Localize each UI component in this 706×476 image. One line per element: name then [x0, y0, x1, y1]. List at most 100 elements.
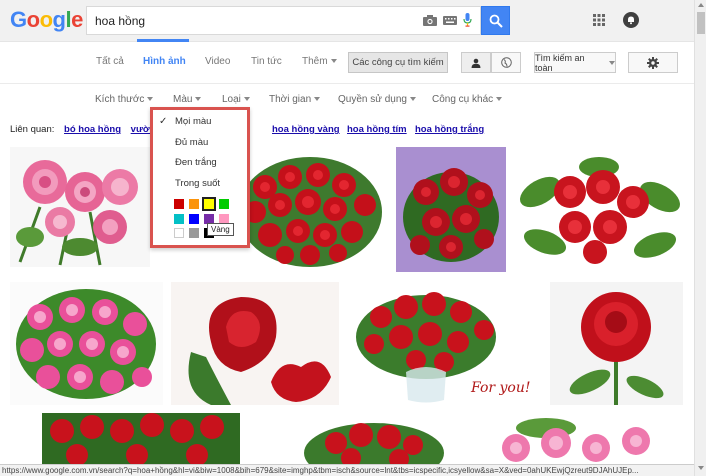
image-result[interactable]: [230, 147, 387, 272]
logo-letter: g: [52, 7, 66, 32]
tab-all[interactable]: Tất cả: [96, 56, 124, 67]
image-result[interactable]: [550, 282, 683, 405]
red-roses-vase-for-you-image: For you!: [346, 282, 542, 405]
red-roses-image: [281, 413, 467, 464]
scroll-down-arrow-icon[interactable]: [698, 466, 704, 470]
color-swatch-green[interactable]: [219, 199, 229, 209]
related-searches: Liên quan: bó hoa hồng vườn: [10, 124, 155, 135]
color-option-full[interactable]: Đủ màu: [175, 137, 208, 148]
logo-letter: o: [26, 7, 40, 32]
gear-icon: [647, 56, 659, 69]
search-button[interactable]: [481, 6, 510, 35]
notifications-bell-icon[interactable]: [623, 12, 639, 28]
filter-type[interactable]: Loại: [222, 94, 250, 105]
personal-results-button[interactable]: [461, 52, 491, 73]
image-result[interactable]: For you!: [346, 282, 542, 405]
related-link[interactable]: hoa hồng tím: [347, 124, 407, 135]
color-swatch-orange[interactable]: [189, 199, 199, 209]
filter-more-tools-label: Công cụ khác: [432, 94, 494, 105]
safe-search-label: Tìm kiếm an toàn: [535, 52, 585, 73]
scroll-up-arrow-icon[interactable]: [698, 3, 704, 7]
red-rose-heart-image: [171, 282, 339, 405]
filter-color[interactable]: Màu: [173, 94, 202, 105]
filter-more-tools[interactable]: Công cụ khác: [432, 94, 503, 105]
keyboard-icon[interactable]: [443, 15, 457, 28]
filter-size-label: Kích thước: [95, 94, 145, 105]
color-swatch-yellow[interactable]: [202, 197, 216, 211]
status-bar-url: https://www.google.com.vn/search?q=hoa+h…: [0, 464, 694, 476]
filter-time-label: Thời gian: [269, 94, 312, 105]
red-roses-image: [42, 413, 240, 464]
search-input[interactable]: [95, 14, 395, 28]
pink-roses-image: [476, 413, 683, 464]
color-swatch-blue[interactable]: [189, 214, 199, 224]
filter-size[interactable]: Kích thước: [95, 94, 154, 105]
apps-grid-icon[interactable]: [593, 14, 605, 29]
color-filter-menu: ✓ Mọi màu Đủ màu Đen trắng Trong suốt: [150, 107, 250, 248]
pink-roses-image: [10, 147, 150, 267]
google-logo[interactable]: Google: [10, 7, 83, 33]
filter-time[interactable]: Thời gian: [269, 94, 321, 105]
image-result[interactable]: [281, 413, 467, 464]
color-tooltip: Vàng: [207, 223, 234, 236]
image-result[interactable]: [476, 413, 683, 464]
microphone-icon[interactable]: [463, 13, 472, 30]
related-link[interactable]: bó hoa hồng: [64, 124, 121, 135]
image-result[interactable]: [515, 147, 683, 272]
tab-more[interactable]: Thêm: [302, 56, 337, 67]
tab-images[interactable]: Hình ảnh: [143, 56, 186, 67]
color-option-black-white[interactable]: Đen trắng: [175, 157, 217, 168]
color-swatch-teal[interactable]: [174, 214, 184, 224]
settings-button[interactable]: [628, 52, 678, 73]
filter-color-label: Màu: [173, 94, 193, 105]
red-roses-bouquet-image: [230, 147, 387, 272]
chevron-down-icon: [409, 97, 416, 102]
filter-usage-label: Quyền sử dụng: [338, 94, 407, 105]
color-swatch-gray[interactable]: [189, 228, 199, 238]
color-option-any[interactable]: Mọi màu: [175, 116, 211, 127]
chevron-down-icon: [330, 59, 337, 64]
filter-type-label: Loại: [222, 94, 241, 105]
tab-more-label: Thêm: [302, 56, 328, 67]
top-bar: Google: [0, 0, 694, 42]
logo-letter: G: [10, 7, 27, 32]
red-roses-purple-background-image: [396, 147, 506, 272]
svg-text:For you!: For you!: [470, 380, 531, 396]
chevron-down-icon: [243, 97, 250, 102]
tab-news[interactable]: Tin tức: [251, 56, 282, 67]
global-results-button[interactable]: [491, 52, 521, 73]
logo-letter: o: [39, 7, 53, 32]
person-icon: [471, 58, 481, 68]
chevron-down-icon: [195, 97, 202, 102]
logo-letter: e: [71, 7, 83, 32]
related-link[interactable]: hoa hồng vàng: [272, 124, 340, 135]
image-result[interactable]: [171, 282, 339, 405]
pink-roses-bunch-image: [10, 282, 163, 405]
related-label: Liên quan:: [10, 124, 55, 135]
image-result[interactable]: [42, 413, 240, 464]
color-swatch-white[interactable]: [174, 228, 184, 238]
chevron-down-icon: [496, 97, 503, 102]
vertical-scrollbar[interactable]: [694, 0, 706, 476]
single-red-rose-image: [550, 282, 683, 405]
safe-search-button[interactable]: Tìm kiếm an toàn: [534, 52, 616, 73]
color-option-transparent[interactable]: Trong suốt: [175, 178, 220, 189]
image-result[interactable]: [10, 147, 150, 267]
active-tab-indicator: [137, 39, 189, 42]
globe-icon: [500, 57, 512, 68]
filter-usage-rights[interactable]: Quyền sử dụng: [338, 94, 416, 105]
color-swatch-red[interactable]: [174, 199, 184, 209]
image-result[interactable]: [396, 147, 506, 272]
image-result[interactable]: [10, 282, 163, 405]
camera-icon[interactable]: [423, 14, 437, 29]
chevron-down-icon: [314, 97, 321, 102]
scrollbar-thumb[interactable]: [697, 12, 705, 34]
chevron-down-icon: [147, 97, 154, 102]
red-roses-with-leaves-image: [515, 147, 683, 272]
chevron-down-icon: [609, 60, 615, 65]
search-icon: [489, 14, 503, 28]
search-tools-button[interactable]: Các công cụ tìm kiếm: [348, 52, 448, 73]
related-link[interactable]: hoa hồng trắng: [415, 124, 484, 135]
search-box[interactable]: [86, 6, 481, 35]
tab-video[interactable]: Video: [205, 56, 230, 67]
